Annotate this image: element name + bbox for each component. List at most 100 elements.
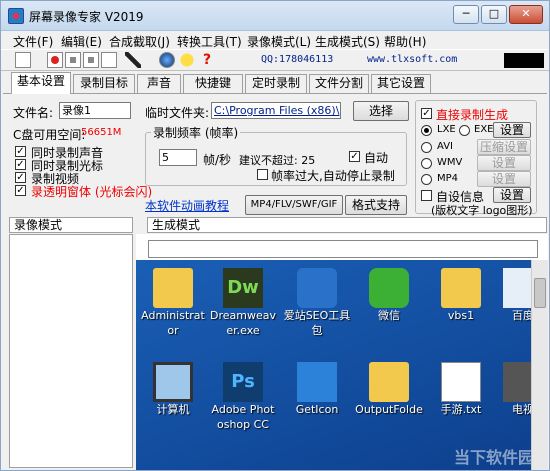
desktop-icon-admin[interactable]: Administrat or bbox=[138, 268, 208, 338]
folder-icon bbox=[153, 268, 193, 308]
desktop-icon-computer[interactable]: 计算机 bbox=[138, 362, 208, 417]
tab-audio[interactable]: 声音 bbox=[137, 74, 181, 93]
photoshop-icon: Ps bbox=[223, 362, 263, 402]
wmv-label: WMV bbox=[437, 157, 463, 168]
desktop-icon-photoshop[interactable]: Ps Adobe Phot oshop CC bbox=[208, 362, 278, 432]
desktop-icon-label: 爱站SEO工具 bbox=[283, 309, 351, 322]
mp4-label: MP4 bbox=[437, 173, 459, 184]
menu-tools[interactable]: 转换工具(T) bbox=[177, 33, 242, 50]
minimize-button[interactable]: ─ bbox=[453, 5, 479, 24]
menu-file[interactable]: 文件(F) bbox=[13, 33, 53, 50]
filename-input[interactable]: 录像1 bbox=[59, 102, 131, 119]
radio-mp4[interactable] bbox=[421, 174, 432, 185]
desktop-icon-wechat[interactable]: 微信 bbox=[354, 268, 424, 323]
cursor-icon bbox=[297, 362, 337, 402]
tutorial-link[interactable]: 本软件动画教程 bbox=[145, 197, 229, 214]
desktop-icon-label: 手游.txt bbox=[440, 403, 482, 416]
pen-icon[interactable] bbox=[125, 52, 141, 68]
dreamweaver-icon: Dw bbox=[223, 268, 263, 308]
checkbox-auto[interactable]: ✓ bbox=[349, 151, 360, 162]
new-file-icon[interactable] bbox=[15, 52, 31, 68]
close-button[interactable]: ✕ bbox=[509, 5, 543, 24]
radio-lxe[interactable] bbox=[421, 125, 432, 136]
tab-other[interactable]: 其它设置 bbox=[371, 74, 431, 93]
window-icon[interactable] bbox=[101, 52, 117, 68]
menu-record-mode[interactable]: 录像模式(L) bbox=[247, 33, 311, 50]
browse-button[interactable]: 选择 bbox=[353, 101, 409, 121]
maximize-button[interactable]: □ bbox=[481, 5, 507, 24]
desktop-icon-label: Adobe Phot bbox=[211, 403, 275, 416]
desktop-icon-label: oshop CC bbox=[216, 418, 269, 431]
compress-settings-button[interactable]: 压缩设置 bbox=[477, 139, 531, 155]
fps-input[interactable]: 5 bbox=[159, 149, 197, 166]
suggest-label: 建议不超过: 25 bbox=[239, 154, 316, 167]
desktop-icon-label: OutputFolde bbox=[355, 403, 423, 416]
app-window: 屏幕录像专家 V2019 ─ □ ✕ 文件(F) 编辑(E) 合成截取(J) 转… bbox=[0, 0, 550, 471]
smiley-icon[interactable] bbox=[179, 52, 195, 68]
radio-avi[interactable] bbox=[421, 142, 432, 153]
checkbox-record-audio[interactable]: ✓ bbox=[15, 146, 26, 157]
left-pane-header[interactable]: 录像模式 bbox=[9, 217, 133, 233]
right-pane-header[interactable]: 生成模式 bbox=[147, 217, 547, 233]
custom-settings-button[interactable]: 设置 bbox=[493, 187, 531, 203]
tab-split[interactable]: 文件分割 bbox=[309, 74, 369, 93]
autostop-label: 帧率过大,自动停止录制 bbox=[271, 169, 395, 183]
radio-wmv[interactable] bbox=[421, 158, 432, 169]
globe-icon[interactable] bbox=[159, 52, 175, 68]
tab-target[interactable]: 录制目标 bbox=[73, 74, 135, 93]
wmv-settings-button[interactable]: 设置 bbox=[477, 155, 531, 171]
checkbox-transparent-window[interactable]: ✓ bbox=[15, 185, 26, 196]
desktop-icon-label: Administrat bbox=[141, 309, 205, 322]
desktop-icon-seo[interactable]: 爱站SEO工具包 bbox=[282, 268, 352, 338]
fps-group-title: 录制频率 (帧率) bbox=[151, 124, 241, 141]
tempfolder-label: 临时文件夹: bbox=[145, 106, 210, 120]
progress-bar bbox=[148, 240, 538, 258]
tab-bar: 基本设置 录制目标 声音 快捷键 定时录制 文件分割 其它设置 bbox=[1, 72, 549, 94]
desktop-icon-geticon[interactable]: GetIcon bbox=[282, 362, 352, 417]
app-icon bbox=[8, 8, 24, 24]
checkbox-direct-gen[interactable]: ✓ bbox=[421, 108, 432, 119]
format-button[interactable]: MP4/FLV/SWF/GIF bbox=[245, 195, 343, 215]
checkbox-record-video[interactable]: ✓ bbox=[15, 172, 26, 183]
checkbox-custom-info[interactable] bbox=[421, 190, 432, 201]
radio-exe[interactable] bbox=[459, 125, 470, 136]
checkbox-autostop[interactable] bbox=[257, 169, 268, 180]
direct-gen-label: 直接录制生成 bbox=[436, 108, 509, 122]
desktop-icon-outputfolder[interactable]: OutputFolde bbox=[354, 362, 424, 417]
tempfolder-input[interactable]: C:\Program Files (x86)\ bbox=[211, 102, 341, 119]
desktop-icon-label: 微信 bbox=[378, 309, 400, 322]
title-bar: 屏幕录像专家 V2019 ─ □ ✕ bbox=[1, 1, 549, 31]
help-icon[interactable]: ? bbox=[199, 52, 215, 68]
tab-hotkey[interactable]: 快捷键 bbox=[183, 74, 243, 93]
tab-basic[interactable]: 基本设置 bbox=[11, 72, 71, 94]
desktop-icon-label: or bbox=[167, 324, 179, 337]
transparent-window-label: 录透明窗体 (光标会闪) bbox=[31, 185, 153, 199]
stop-icon[interactable] bbox=[83, 52, 99, 68]
menu-gen-mode[interactable]: 生成模式(S) bbox=[315, 33, 380, 50]
desktop-icon-label: Dreamweav bbox=[210, 309, 276, 322]
seo-tool-icon bbox=[297, 268, 337, 308]
scroll-thumb[interactable] bbox=[534, 278, 546, 308]
vertical-scrollbar[interactable] bbox=[531, 260, 548, 470]
menu-edit[interactable]: 编辑(E) bbox=[61, 33, 102, 50]
auto-label: 自动 bbox=[364, 151, 389, 165]
desktop-icon-textfile[interactable]: 手游.txt bbox=[426, 362, 496, 417]
pause-icon[interactable] bbox=[65, 52, 81, 68]
record-mode-pane bbox=[9, 234, 133, 468]
website-text[interactable]: www.tlxsoft.com bbox=[367, 54, 457, 65]
avi-label: AVI bbox=[437, 141, 453, 152]
status-box bbox=[504, 53, 544, 68]
disk-value: 56651M bbox=[81, 127, 122, 138]
menu-compose[interactable]: 合成截取(J) bbox=[109, 33, 170, 50]
desktop-icon-vbs1[interactable]: vbs1 bbox=[426, 268, 496, 323]
checkbox-record-cursor[interactable]: ✓ bbox=[15, 159, 26, 170]
lxe-settings-button[interactable]: 设置 bbox=[493, 122, 531, 138]
gen-mode-area: Administrat or Dw Dreamweav er.exe 爱站SEO工具包… bbox=[136, 234, 548, 470]
mp4-settings-button[interactable]: 设置 bbox=[477, 171, 531, 187]
menu-help[interactable]: 帮助(H) bbox=[384, 33, 426, 50]
watermark: 当下软件园 bbox=[453, 448, 534, 467]
record-icon[interactable] bbox=[47, 52, 63, 68]
desktop-icon-dreamweaver[interactable]: Dw Dreamweav er.exe bbox=[208, 268, 278, 338]
format-support-button[interactable]: 格式支持 bbox=[345, 195, 407, 215]
tab-schedule[interactable]: 定时录制 bbox=[245, 74, 307, 93]
